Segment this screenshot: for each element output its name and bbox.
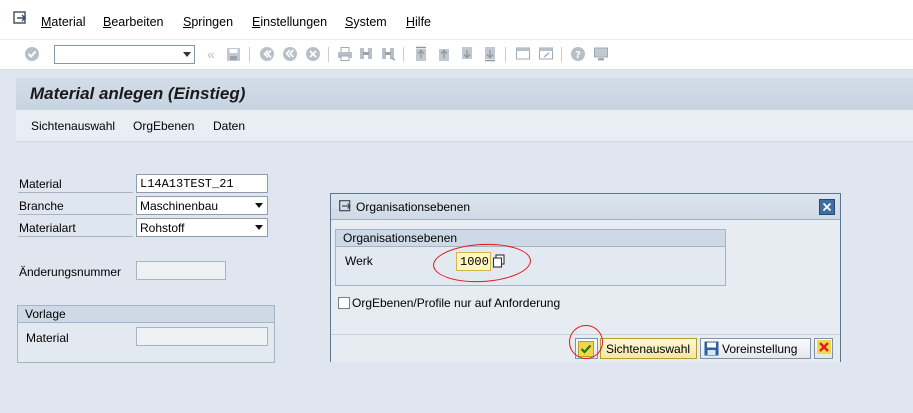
double-chevron-left-icon: « (207, 46, 215, 62)
material-input[interactable]: L14A13TEST_21 (136, 174, 268, 193)
help-icon[interactable]: ? (570, 46, 586, 62)
cancel-button[interactable] (814, 338, 833, 359)
sichtenauswahl-label: Sichtenauswahl (606, 341, 691, 356)
group-title: Organisationsebenen (336, 230, 725, 247)
title-bar: Material anlegen (Einstieg) (16, 78, 913, 110)
dialog-footer: Sichtenauswahl Voreinstellung (331, 334, 840, 362)
find-next-icon[interactable] (380, 46, 396, 62)
materialart-value: Rohstoff (140, 221, 185, 235)
last-page-icon[interactable] (482, 46, 498, 62)
branche-label: Branche (19, 199, 64, 213)
orgebenen-button[interactable]: OrgEbenen (133, 119, 194, 133)
save-icon[interactable] (225, 46, 241, 62)
branche-value: Maschinenbau (140, 199, 219, 213)
menu-bar: Material Bearbeiten Springen Einstellung… (0, 0, 913, 40)
voreinstellung-label: Voreinstellung (722, 341, 798, 356)
page-title: Material anlegen (Einstieg) (30, 84, 246, 103)
werk-input[interactable]: 1000 (456, 252, 491, 271)
window-icon (339, 200, 351, 212)
confirm-button[interactable] (575, 338, 598, 359)
value-help-icon[interactable] (492, 253, 506, 269)
material-label: Material (19, 177, 62, 191)
sichtenauswahl-dialog-button[interactable]: Sichtenauswahl (600, 338, 697, 359)
first-page-icon[interactable] (413, 46, 429, 62)
dialog-title-bar: Organisationsebenen (331, 194, 840, 220)
next-page-icon[interactable] (459, 46, 475, 62)
exit-icon[interactable] (282, 46, 298, 62)
menu-system[interactable]: System (345, 15, 387, 29)
vorlage-material-input[interactable] (136, 327, 268, 346)
sichtenauswahl-button[interactable]: Sichtenauswahl (31, 119, 115, 133)
cancel-icon (816, 340, 831, 357)
werk-label: Werk (345, 254, 373, 268)
dialog-title: Organisationsebenen (356, 200, 471, 214)
aenderungsnummer-label: Änderungsnummer (19, 265, 122, 279)
menu-material[interactable]: Material (41, 15, 85, 29)
chevron-down-icon[interactable] (255, 225, 263, 230)
chevron-down-icon[interactable] (183, 52, 191, 57)
layout-icon[interactable] (593, 46, 609, 62)
menu-springen[interactable]: Springen (183, 15, 233, 29)
print-icon[interactable] (337, 46, 353, 62)
checkbox-label: OrgEbenen/Profile nur auf Anforderung (352, 296, 561, 310)
cancel-icon[interactable] (305, 46, 321, 62)
vorlage-title: Vorlage (18, 306, 274, 323)
menu-hilfe[interactable]: Hilfe (406, 15, 431, 29)
system-toolbar: « ? (0, 40, 913, 70)
materialart-label: Materialart (19, 221, 76, 235)
menu-bearbeiten[interactable]: Bearbeiten (103, 15, 163, 29)
checkmark-icon (578, 340, 594, 357)
materialart-select[interactable]: Rohstoff (136, 218, 268, 237)
shortcut-icon[interactable] (538, 46, 554, 62)
command-field[interactable] (54, 45, 195, 64)
close-icon[interactable] (819, 199, 835, 215)
daten-button[interactable]: Daten (213, 119, 245, 133)
menu-icon[interactable] (13, 11, 27, 25)
organisationsebenen-group: Organisationsebenen Werk 1000 (335, 229, 726, 286)
prev-page-icon[interactable] (436, 46, 452, 62)
voreinstellung-button[interactable]: Voreinstellung (700, 338, 811, 359)
organisationsebenen-dialog: Organisationsebenen Organisationsebenen … (330, 193, 841, 362)
vorlage-material-label: Material (26, 331, 69, 345)
enter-icon[interactable] (24, 46, 40, 62)
back-icon[interactable] (259, 46, 275, 62)
branche-select[interactable]: Maschinenbau (136, 196, 268, 215)
save-icon (703, 341, 719, 357)
application-toolbar: Sichtenauswahl OrgEbenen Daten (16, 110, 913, 142)
chevron-down-icon[interactable] (255, 203, 263, 208)
aenderungsnummer-input[interactable] (136, 261, 226, 280)
orgebenen-checkbox[interactable] (338, 297, 350, 309)
new-session-icon[interactable] (515, 46, 531, 62)
menu-einstellungen[interactable]: Einstellungen (252, 15, 327, 29)
find-icon[interactable] (358, 46, 374, 62)
svg-text:?: ? (575, 50, 581, 61)
